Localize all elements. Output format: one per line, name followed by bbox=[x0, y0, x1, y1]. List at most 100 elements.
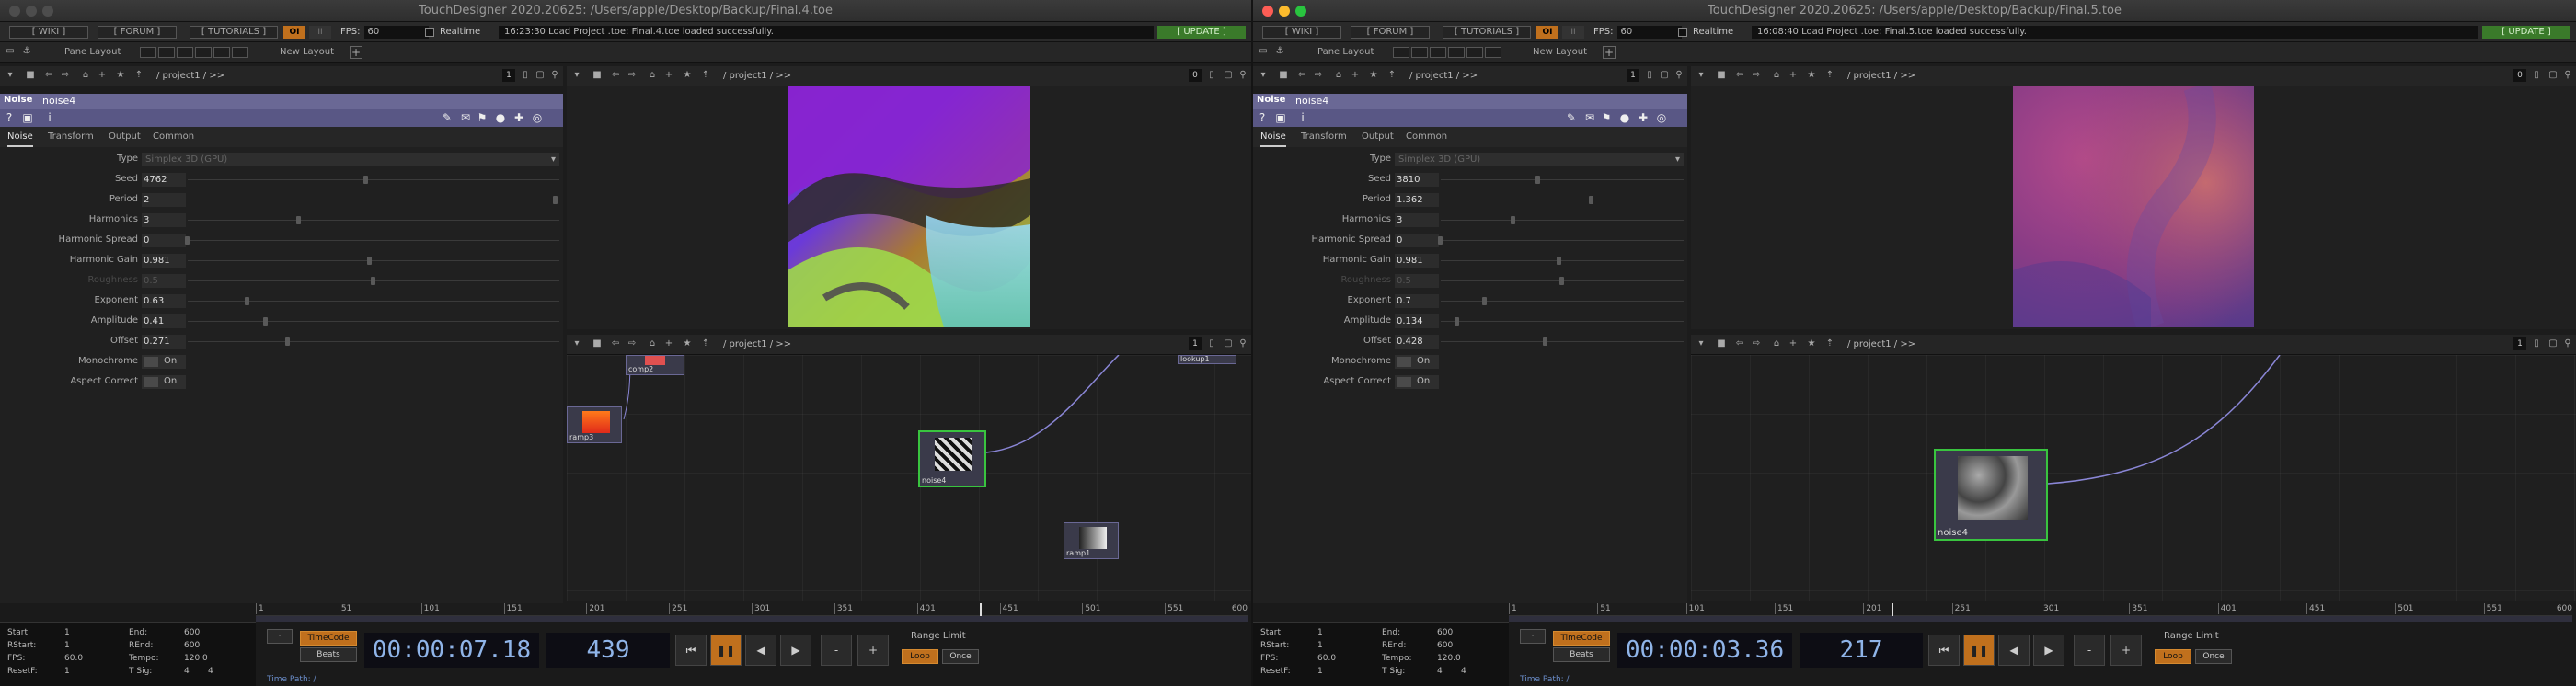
star-icon[interactable]: ★ bbox=[1805, 337, 1818, 350]
edit-icon[interactable]: ✎ bbox=[1564, 110, 1579, 125]
layout-preset-4[interactable] bbox=[1448, 47, 1465, 58]
parent-icon[interactable]: ⇡ bbox=[1823, 69, 1836, 82]
slider-thumb[interactable] bbox=[296, 216, 302, 224]
slider-thumb[interactable] bbox=[371, 277, 375, 285]
tsig-numerator[interactable]: 4 bbox=[1437, 667, 1443, 676]
param-value-field[interactable]: 0 bbox=[142, 234, 186, 247]
layout-preset-1[interactable] bbox=[140, 47, 156, 58]
close-window-icon[interactable] bbox=[9, 6, 20, 17]
layout-preset-1[interactable] bbox=[1393, 47, 1409, 58]
stop-icon[interactable]: ■ bbox=[1277, 69, 1290, 82]
beats-mode-button[interactable]: Beats bbox=[1553, 647, 1610, 662]
oi-button[interactable]: OI bbox=[283, 26, 305, 39]
param-slider[interactable] bbox=[1441, 176, 1684, 184]
layout-preset-4[interactable] bbox=[195, 47, 212, 58]
resetf-value[interactable]: 1 bbox=[1317, 667, 1323, 676]
zoom-window-icon[interactable] bbox=[1295, 6, 1306, 17]
param-slider[interactable] bbox=[188, 317, 559, 326]
beats-mode-button[interactable]: Beats bbox=[300, 647, 357, 662]
realtime-checkbox[interactable] bbox=[425, 28, 434, 37]
tsig-denominator[interactable]: 4 bbox=[208, 667, 213, 676]
add-icon[interactable]: + bbox=[662, 337, 675, 350]
flag-icon[interactable]: ⚑ bbox=[1599, 110, 1614, 125]
once-button[interactable]: Once bbox=[2195, 649, 2232, 664]
param-value-field[interactable]: 0.981 bbox=[1395, 254, 1439, 268]
param-value-field[interactable]: 0.428 bbox=[1395, 335, 1439, 349]
param-value-field[interactable]: 2 bbox=[142, 193, 186, 207]
param-value-field[interactable]: 0.41 bbox=[142, 314, 186, 328]
add-icon[interactable]: + bbox=[1349, 69, 1362, 82]
timeline-range-bar[interactable] bbox=[1509, 616, 2572, 622]
layout-preset-3[interactable] bbox=[1430, 47, 1446, 58]
slider-thumb[interactable] bbox=[1438, 236, 1443, 245]
forum-button[interactable]: [ FORUM ] bbox=[1351, 26, 1430, 39]
frame-display[interactable]: 217 bbox=[1800, 633, 1923, 668]
minimize-window-icon[interactable] bbox=[26, 6, 37, 17]
forward-icon[interactable]: ⇨ bbox=[626, 337, 638, 350]
rewind-button[interactable]: ⏮ bbox=[1928, 635, 1960, 666]
maximize-icon[interactable]: ▢ bbox=[1658, 69, 1671, 82]
param-slider[interactable] bbox=[1441, 337, 1684, 346]
lock-icon[interactable]: ⚲ bbox=[2561, 69, 2574, 82]
slider-thumb[interactable] bbox=[1535, 176, 1540, 184]
layout-preset-6[interactable] bbox=[1485, 47, 1501, 58]
rend-value[interactable]: 600 bbox=[184, 641, 200, 650]
lock-icon[interactable]: ⚲ bbox=[1236, 337, 1249, 350]
type-dropdown[interactable]: Simplex 3D (GPU) ▾ bbox=[142, 153, 559, 166]
slider-thumb[interactable] bbox=[1557, 257, 1562, 265]
home-icon[interactable]: ⌂ bbox=[1332, 69, 1345, 82]
anchor-icon[interactable]: ⚓ bbox=[20, 45, 33, 58]
stop-icon[interactable]: ■ bbox=[1715, 337, 1728, 350]
param-slider[interactable] bbox=[188, 176, 559, 184]
pane-menu-icon[interactable]: ▾ bbox=[1257, 69, 1270, 82]
forward-icon[interactable]: ⇨ bbox=[59, 69, 72, 82]
expand-icon[interactable]: ✚ bbox=[512, 110, 526, 125]
layout-menu-icon[interactable]: ▭ bbox=[1257, 45, 1270, 58]
home-icon[interactable]: ⌂ bbox=[79, 69, 92, 82]
param-slider[interactable] bbox=[1441, 216, 1684, 224]
network-path[interactable]: / project1 / >> bbox=[723, 337, 791, 352]
op-snippets-icon[interactable]: ▣ bbox=[1273, 110, 1288, 125]
split-icon[interactable]: ▯ bbox=[519, 69, 532, 82]
star-icon[interactable]: ★ bbox=[681, 337, 694, 350]
minimize-window-icon[interactable] bbox=[1279, 6, 1290, 17]
play-forward-button[interactable]: ▶ bbox=[2033, 635, 2064, 666]
lock-icon[interactable]: ⚲ bbox=[548, 69, 561, 82]
maximize-icon[interactable]: ▢ bbox=[2547, 69, 2559, 82]
layout-preset-6[interactable] bbox=[232, 47, 248, 58]
node-ramp3[interactable]: ramp3 bbox=[567, 406, 622, 443]
home-icon[interactable]: ⌂ bbox=[646, 69, 659, 82]
info-icon[interactable]: i bbox=[1295, 110, 1310, 125]
param-slider[interactable] bbox=[188, 216, 559, 224]
slider-thumb[interactable] bbox=[1511, 216, 1516, 224]
star-icon[interactable]: ★ bbox=[681, 69, 694, 82]
edit-icon[interactable]: ✎ bbox=[440, 110, 454, 125]
star-icon[interactable]: ★ bbox=[1367, 69, 1380, 82]
realtime-checkbox[interactable] bbox=[1678, 28, 1687, 37]
home-icon[interactable]: ⌂ bbox=[1770, 69, 1783, 82]
help-icon[interactable]: ? bbox=[2, 110, 17, 125]
param-slider[interactable] bbox=[1441, 317, 1684, 326]
param-path[interactable]: / project1 / >> bbox=[156, 69, 224, 84]
parent-icon[interactable]: ⇡ bbox=[132, 69, 145, 82]
timecode-mode-button[interactable]: TimeCode bbox=[1553, 631, 1610, 646]
param-value-field[interactable]: 0.5 bbox=[142, 274, 186, 288]
layout-preset-5[interactable] bbox=[1466, 47, 1483, 58]
add-icon[interactable]: + bbox=[1787, 69, 1800, 82]
back-icon[interactable]: ⇦ bbox=[609, 69, 622, 82]
tempo-value[interactable]: 120.0 bbox=[184, 654, 208, 663]
layout-preset-5[interactable] bbox=[213, 47, 230, 58]
stop-icon[interactable]: ■ bbox=[24, 69, 37, 82]
param-slider[interactable] bbox=[185, 236, 559, 245]
texture-viewer[interactable] bbox=[1691, 86, 2576, 329]
param-value-field[interactable]: 0.134 bbox=[1395, 314, 1439, 328]
back-icon[interactable]: ⇦ bbox=[1733, 337, 1746, 350]
toggle-switch[interactable]: On bbox=[142, 375, 186, 389]
add-icon[interactable]: + bbox=[662, 69, 675, 82]
timecode-mode-button[interactable]: TimeCode bbox=[300, 631, 357, 646]
rstart-value[interactable]: 1 bbox=[1317, 641, 1323, 650]
comment-icon[interactable]: ✉ bbox=[458, 110, 473, 125]
new-layout-label[interactable]: New Layout bbox=[1533, 46, 1587, 59]
minus-button[interactable]: - bbox=[821, 635, 852, 666]
viewer-path[interactable]: / project1 / >> bbox=[723, 69, 791, 84]
